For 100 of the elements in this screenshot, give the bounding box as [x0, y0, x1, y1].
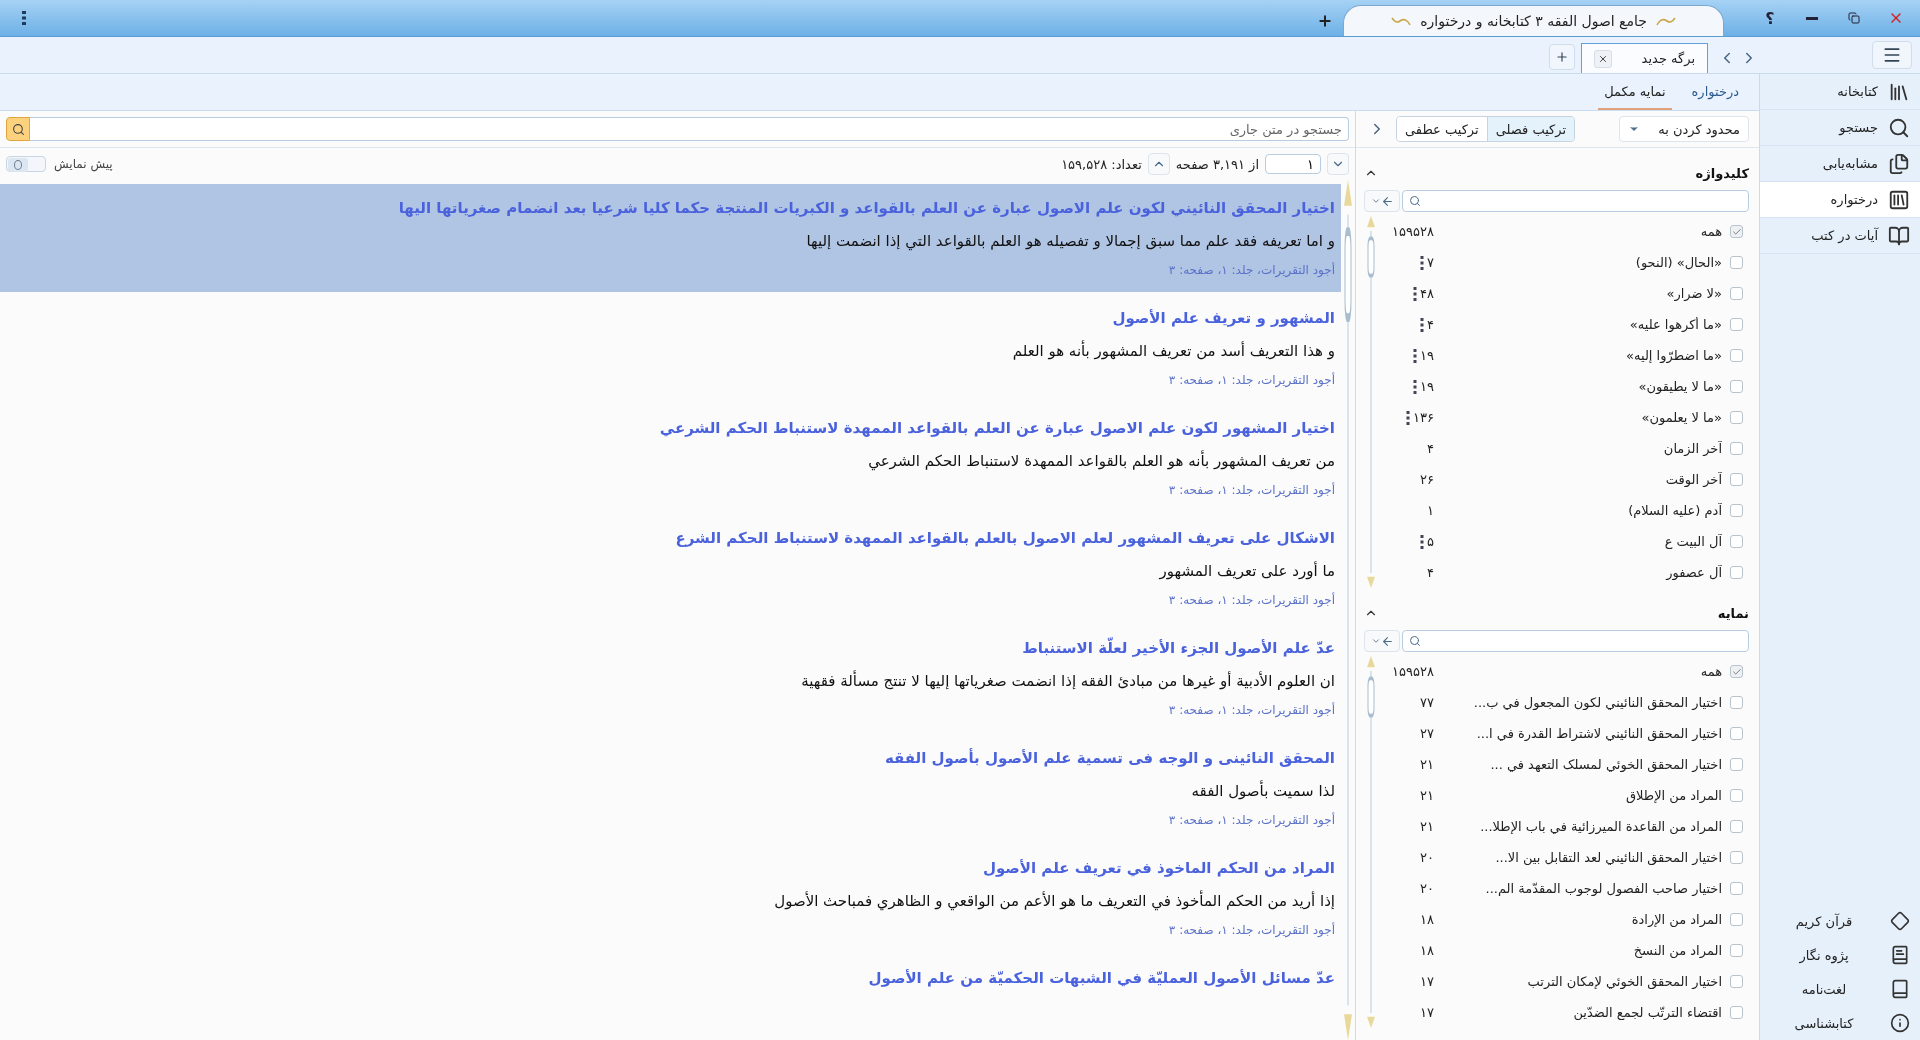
- list-item-label[interactable]: آل عصفور: [1442, 565, 1722, 580]
- checkbox[interactable]: [1730, 882, 1743, 895]
- list-item-label[interactable]: اختيار المحقق الخوئي لإمكان الترتب: [1442, 974, 1722, 989]
- list-item-label[interactable]: المراد من الإطلاق: [1442, 788, 1722, 803]
- result-title[interactable]: عدّ علم الأصول الجزء الأخير لعلّة الاستنباط: [1022, 632, 1335, 664]
- checkbox[interactable]: [1730, 789, 1743, 802]
- checkbox[interactable]: [1730, 504, 1743, 517]
- checkbox[interactable]: [1730, 411, 1743, 424]
- checkbox[interactable]: [1730, 256, 1743, 269]
- list-item-label[interactable]: المراد من القاعدة الميرزائية في باب الإطلا...: [1442, 819, 1722, 834]
- checkbox[interactable]: [1730, 975, 1743, 988]
- list-item-label[interactable]: آخر الزمان: [1442, 441, 1722, 456]
- search-field[interactable]: جستجو در متن جاری: [30, 117, 1349, 141]
- list-item-label[interactable]: آدم (عليه السلام): [1442, 503, 1722, 518]
- checkbox[interactable]: [1730, 758, 1743, 771]
- page-input[interactable]: ۱: [1265, 154, 1321, 174]
- result-item[interactable]: عدّ مسائل الأصول العمليّة في الشبهات الحكميّة من علم الأصول: [0, 954, 1341, 1004]
- plus-icon: [1554, 50, 1569, 64]
- list-item-label[interactable]: «لا ضرار»: [1442, 286, 1722, 301]
- checkbox[interactable]: [1730, 287, 1743, 300]
- list-item-label[interactable]: آل البيت ع: [1442, 534, 1722, 549]
- result-title[interactable]: الاشكال على تعريف المشهور لعلم الاصول بالعلم بالقواعد الممهدة لاستنباط الحكم الشرع: [675, 522, 1335, 554]
- back-dropdown-button[interactable]: [1364, 630, 1400, 652]
- list-item-label[interactable]: المراد من النسخ: [1442, 943, 1722, 958]
- limit-dropdown[interactable]: محدود کردن به: [1619, 116, 1749, 142]
- scrollbar[interactable]: [1364, 656, 1378, 1028]
- list-item-label[interactable]: آخر الوقت: [1442, 472, 1722, 487]
- mode-button[interactable]: ترکیب فصلی: [1486, 117, 1575, 141]
- result-item[interactable]: المشهور و تعريف علم الأصول و هذا التعريف أسد من تعريف المشهور بأنه هو العلم أجود التقريرات، جلد: ۱، صفحه: ۳: [0, 294, 1341, 402]
- checkbox[interactable]: [1730, 442, 1743, 455]
- result-snippet: إذا أريد من الحكم المأخوذ في التعريف ما هو الأعم من الواقعي و الظاهري فمباحث الأصول: [774, 889, 1335, 913]
- result-title[interactable]: اختيار المشهور لكون علم الاصول عبارة عن العلم بالقواعد الممهدة لاستنباط الحكم الشرعي: [659, 412, 1335, 444]
- checkbox[interactable]: [1730, 913, 1743, 926]
- checkbox[interactable]: [1730, 225, 1743, 238]
- checkbox[interactable]: [1730, 727, 1743, 740]
- search-field[interactable]: [1402, 630, 1749, 652]
- checkbox[interactable]: [1730, 535, 1743, 548]
- sidebar-item[interactable]: آیات در کتب: [1760, 218, 1920, 254]
- result-item[interactable]: المحقق النائينى و الوجه فى تسمية علم الأصول بأصول الفقه لذا سميت بأصول الفقه أجود التقريرات، جلد: ۱، صفحه: ۳: [0, 734, 1341, 842]
- list-item-label[interactable]: «ما اضطرّوا إليه»: [1442, 348, 1722, 363]
- tab[interactable]: برگه جدید: [1580, 43, 1708, 73]
- result-title[interactable]: المراد من الحكم الماخوذ في تعريف علم الأصول: [982, 852, 1335, 884]
- list-item-label[interactable]: همه: [1442, 664, 1722, 679]
- preview-toggle[interactable]: [6, 156, 46, 172]
- checkbox[interactable]: [1730, 349, 1743, 362]
- sidebar-item[interactable]: لغت‌نامه: [1760, 972, 1920, 1006]
- menu-button[interactable]: [1872, 41, 1912, 69]
- caret-icon: [1370, 196, 1381, 206]
- checkbox[interactable]: [1730, 696, 1743, 709]
- result-title[interactable]: المشهور و تعريف علم الأصول: [1112, 302, 1335, 334]
- list-item-label[interactable]: اقتضاء الترتّب لجمع الضدّين: [1442, 1005, 1722, 1020]
- list-item-label[interactable]: «ما لا يعلمون»: [1442, 410, 1722, 425]
- result-item[interactable]: عدّ علم الأصول الجزء الأخير لعلّة الاستنباط ان العلوم الأدبية أو غيرها من مبادئ الفقه إذا انضمت صغرياتها إليها لا تنتج مسألة فقهية أجود التقريرات، جلد: ۱، صفحه: ۳: [0, 624, 1341, 732]
- result-title[interactable]: المحقق النائينى و الوجه فى تسمية علم الأصول بأصول الفقه: [884, 742, 1335, 774]
- checkbox[interactable]: [1730, 318, 1743, 331]
- list-item-label[interactable]: «ما لا يطيقون»: [1442, 379, 1722, 394]
- search-button[interactable]: [6, 117, 30, 141]
- next-page-button[interactable]: [1327, 153, 1349, 175]
- checkbox[interactable]: [1730, 851, 1743, 864]
- result-source[interactable]: أجود التقريرات، جلد: ۱، صفحه: ۳: [1168, 368, 1335, 392]
- result-source[interactable]: أجود التقريرات، جلد: ۱، صفحه: ۳: [1168, 808, 1335, 832]
- sidebar-item[interactable]: کتابشناسی: [1760, 1006, 1920, 1040]
- list-item-label[interactable]: اختيار صاحب الفصول لوجوب المقدّمة الم...: [1442, 881, 1722, 896]
- result-item[interactable]: المراد من الحكم الماخوذ في تعريف علم الأصول إذا أريد من الحكم المأخوذ في التعريف ما هو الأعم من الواقعي و الظاهري فمباحث الأصول أجود التقريرات، جلد: ۱، صفحه: ۳: [0, 844, 1341, 952]
- list-item-label[interactable]: «الحال» (النحو): [1442, 255, 1722, 270]
- result-item[interactable]: اختيار المشهور لكون علم الاصول عبارة عن العلم بالقواعد الممهدة لاستنباط الحكم الشرعي من تعريف المشهور بأنه هو العلم بالقواعد الممهدة لاستنباط الحكم الشرعي أجود التقريرات، جلد: ۱، صفحه: ۳: [0, 404, 1341, 512]
- mode-button[interactable]: ترکیب عطفی: [1397, 117, 1487, 141]
- checkbox[interactable]: [1730, 380, 1743, 393]
- sidebar-item[interactable]: پژوه نگار: [1760, 938, 1920, 972]
- list-item-label[interactable]: همه: [1442, 224, 1722, 239]
- result-source[interactable]: أجود التقريرات، جلد: ۱، صفحه: ۳: [1168, 478, 1335, 502]
- list-item-label[interactable]: اختيار المحقق النائيني لكون المجعول في ب...: [1442, 695, 1722, 710]
- search-field[interactable]: [1402, 190, 1749, 212]
- checkbox[interactable]: [1730, 1006, 1743, 1019]
- sidebar-item[interactable]: قرآن کریم: [1760, 904, 1920, 938]
- help-button[interactable]: ؟: [1754, 3, 1786, 33]
- checkbox[interactable]: [1730, 820, 1743, 833]
- result-source[interactable]: أجود التقريرات، جلد: ۱، صفحه: ۳: [1168, 698, 1335, 722]
- sub-tab[interactable]: درختواره: [1685, 74, 1745, 110]
- result-source[interactable]: أجود التقريرات، جلد: ۱، صفحه: ۳: [1168, 588, 1335, 612]
- list-item-label[interactable]: اختيار المحقق النائيني لاشتراط القدرة في ا...: [1442, 726, 1722, 741]
- list-item-label[interactable]: المراد من الإرادة: [1442, 912, 1722, 927]
- scrollbar[interactable]: [1364, 216, 1378, 588]
- result-item[interactable]: الاشكال على تعريف المشهور لعلم الاصول بالعلم بالقواعد الممهدة لاستنباط الحكم الشرع ما أورد على تعريف المشهور أجود التقريرات، جلد: ۱، صفحه: ۳: [0, 514, 1341, 622]
- checkbox[interactable]: [1730, 473, 1743, 486]
- list-item-label[interactable]: اختيار المحقق النائيني لعد التقابل بين الا...: [1442, 850, 1722, 865]
- list-item-label[interactable]: اختيار المحقق الخوئي لمسلک التعهد في ...: [1442, 757, 1722, 772]
- result-source[interactable]: أجود التقريرات، جلد: ۱، صفحه: ۳: [1168, 918, 1335, 942]
- scrollbar[interactable]: [1341, 180, 1355, 1040]
- previous-page-button[interactable]: [1147, 153, 1170, 175]
- sidebar-item[interactable]: جستجو: [1760, 110, 1920, 146]
- back-dropdown-button[interactable]: [1364, 190, 1400, 212]
- result-title[interactable]: عدّ مسائل الأصول العمليّة في الشبهات الحكميّة من علم الأصول: [868, 962, 1335, 994]
- close-icon[interactable]: [1593, 49, 1612, 68]
- checkbox[interactable]: [1730, 944, 1743, 957]
- sidebar-item[interactable]: درختواره: [1760, 182, 1920, 218]
- checkbox[interactable]: [1730, 665, 1743, 678]
- checkbox[interactable]: [1730, 566, 1743, 579]
- new-tab-button[interactable]: [1548, 44, 1575, 70]
- sidebar-item[interactable]: کتابخانه: [1760, 74, 1920, 110]
